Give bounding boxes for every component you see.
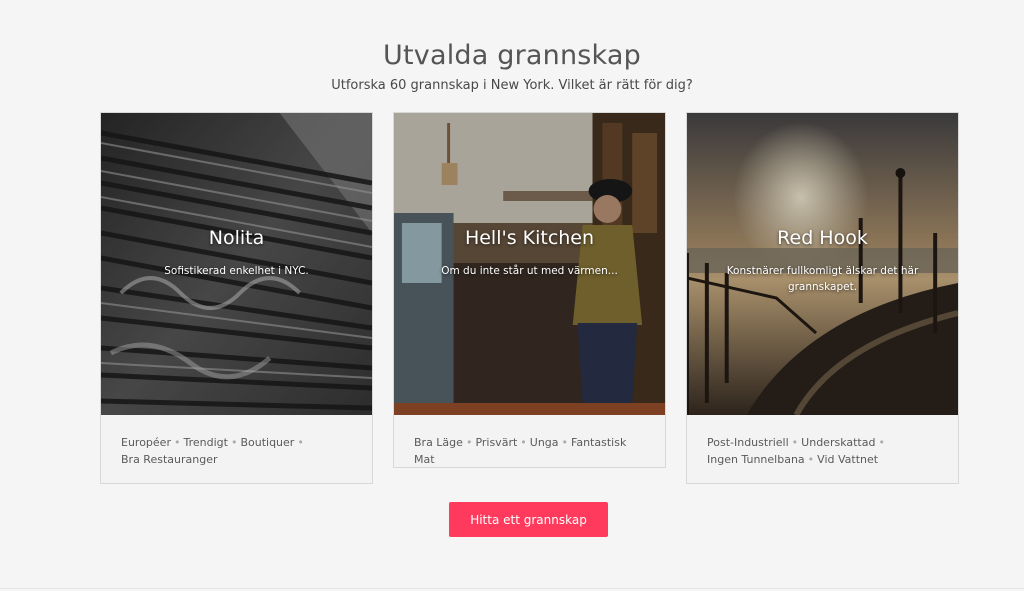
tag: Prisvärt bbox=[475, 436, 518, 449]
tag: Bra Läge bbox=[414, 436, 463, 449]
tag-separator: • bbox=[878, 436, 885, 449]
neighborhood-description: Om du inte står ut med värmen... bbox=[441, 265, 618, 277]
page-title: Utvalda grannskap bbox=[383, 40, 641, 71]
tag: Underskattad bbox=[801, 436, 876, 449]
tag: Ingen Tunnelbana bbox=[707, 452, 805, 466]
tags-line-1: Bra Läge • Prisvärt • Unga • Fantastisk Mat bbox=[414, 435, 645, 468]
tag: Unga bbox=[529, 436, 559, 449]
tag: Post-Industriell bbox=[707, 436, 789, 449]
page-subtitle: Utforska 60 grannskap i New York. Vilket… bbox=[331, 78, 693, 93]
tag: Boutiquer bbox=[240, 436, 295, 449]
neighborhood-description: Konstnärer fullkomligt älskar det här gr… bbox=[726, 265, 919, 293]
neighborhood-name: Nolita bbox=[208, 227, 265, 249]
card-photo: Hell's Kitchen Om du inte står ut med vä… bbox=[394, 113, 665, 415]
neighborhood-name: Hell's Kitchen bbox=[464, 227, 595, 249]
tag: Européer bbox=[121, 436, 171, 449]
neighborhood-tags: Post-Industriell • Underskattad • Ingen Tun… bbox=[687, 415, 958, 468]
neighborhood-card-red-hook[interactable]: Red Hook Konstnärer fullkomligt älskar d… bbox=[686, 112, 959, 484]
tags-line-2: Ingen Tunnelbana • Vid Vattnet bbox=[707, 452, 938, 469]
neighborhood-name: Red Hook bbox=[777, 227, 868, 249]
tags-line-2: Bra Restauranger bbox=[121, 452, 352, 469]
find-neighborhood-button[interactable]: Hitta ett grannskap bbox=[449, 502, 608, 537]
tag-separator: • bbox=[807, 452, 815, 466]
tag-separator: • bbox=[561, 436, 569, 449]
tag-separator: • bbox=[520, 436, 527, 449]
tags-line-1: Post-Industriell • Underskattad • bbox=[707, 435, 938, 452]
card-photo: Red Hook Konstnärer fullkomligt älskar d… bbox=[687, 113, 958, 415]
neighborhood-card-hells-kitchen[interactable]: Hell's Kitchen Om du inte står ut med vä… bbox=[393, 112, 666, 468]
tag-separator: • bbox=[297, 436, 304, 449]
neighborhood-card-nolita[interactable]: Nolita Sofistikerad enkelhet i NYC. Euro… bbox=[100, 112, 373, 484]
neighborhood-tags: Européer • Trendigt • Boutiquer • Bra Restaur… bbox=[101, 415, 372, 468]
tag: Vid Vattnet bbox=[817, 452, 879, 466]
neighborhood-tags: Bra Läge • Prisvärt • Unga • Fantastisk Mat bbox=[394, 415, 665, 468]
tag-separator: • bbox=[173, 436, 181, 449]
card-photo: Nolita Sofistikerad enkelhet i NYC. bbox=[101, 113, 372, 415]
tag: Trendigt bbox=[183, 436, 228, 449]
tag-separator: • bbox=[791, 436, 799, 449]
tag-separator: • bbox=[465, 436, 473, 449]
tag-separator: • bbox=[230, 436, 238, 449]
tags-line-1: Européer • Trendigt • Boutiquer • bbox=[121, 435, 352, 452]
neighborhood-description: Sofistikerad enkelhet i NYC. bbox=[164, 265, 309, 277]
divider bbox=[0, 588, 1024, 589]
tag: Bra Restauranger bbox=[121, 452, 218, 466]
